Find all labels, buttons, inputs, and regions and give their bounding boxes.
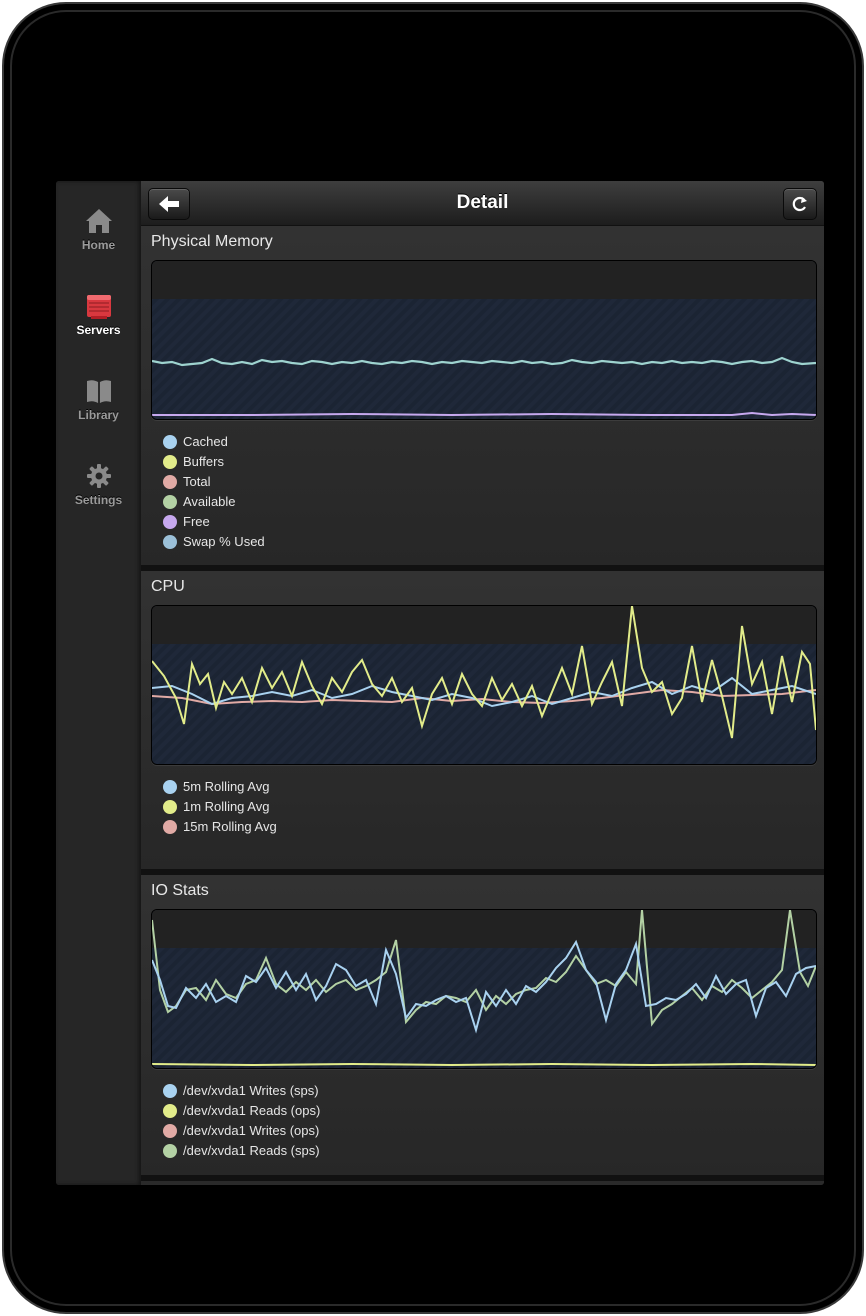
servers-icon [84,291,114,321]
sidebar-item-library[interactable]: Library [56,376,141,446]
cpu-chart [151,605,817,765]
io-chart [151,909,817,1069]
legend-item: Buffers [163,452,265,472]
legend-item: Swap % Used [163,532,265,552]
legend-item: Free [163,512,265,532]
memory-legend: Cached Buffers Total Available Free Swap… [163,432,265,552]
legend-item: /dev/xvda1 Reads (sps) [163,1141,320,1161]
sidebar-item-servers[interactable]: Servers [56,291,141,361]
panel-title: CPU [151,578,185,595]
memory-panel: Physical Memory Cached Buffers Total Ava… [141,226,824,565]
legend-item: 15m Rolling Avg [163,817,277,837]
memory-chart [151,260,817,420]
page-title: Detail [456,192,509,213]
io-line-reads-ops [152,1062,816,1067]
sidebar-item-label: Home [81,238,116,252]
legend-item: 5m Rolling Avg [163,777,277,797]
app-screen: Home Servers Library Settings Detail Phy… [56,181,824,1185]
cpu-panel: CPU 5m Rolling Avg 1m Rolling Avg 15m Ro… [141,571,824,869]
refresh-icon [792,196,807,212]
gear-icon [84,461,114,491]
cpu-legend: 5m Rolling Avg 1m Rolling Avg 15m Rollin… [163,777,277,837]
legend-item: /dev/xvda1 Writes (sps) [163,1081,320,1101]
io-legend: /dev/xvda1 Writes (sps) /dev/xvda1 Reads… [163,1081,320,1161]
refresh-button[interactable] [783,188,817,220]
sidebar-item-label: Servers [76,323,121,337]
tablet-frame: Home Servers Library Settings Detail Phy… [2,2,864,1314]
legend-item: Available [163,492,265,512]
sidebar-item-settings[interactable]: Settings [56,461,141,531]
home-icon [84,206,114,236]
detail-view: Detail Physical Memory Cached Buffers To… [141,181,824,1185]
sidebar-item-home[interactable]: Home [56,206,141,276]
navigation-bar: Detail [141,181,824,226]
legend-item: Total [163,472,265,492]
panel-title: Physical Memory [151,233,273,250]
legend-item: 1m Rolling Avg [163,797,277,817]
book-icon [84,376,114,406]
sidebar: Home Servers Library Settings [56,181,141,1185]
io-panel: IO Stats /dev/xvda1 Writes (sps) /dev/xv… [141,875,824,1175]
sidebar-item-label: Settings [74,493,123,507]
sidebar-item-label: Library [78,408,119,422]
legend-item: /dev/xvda1 Writes (ops) [163,1121,320,1141]
legend-item: Cached [163,432,265,452]
panel-title: IO Stats [151,882,209,899]
legend-item: /dev/xvda1 Reads (ops) [163,1101,320,1121]
